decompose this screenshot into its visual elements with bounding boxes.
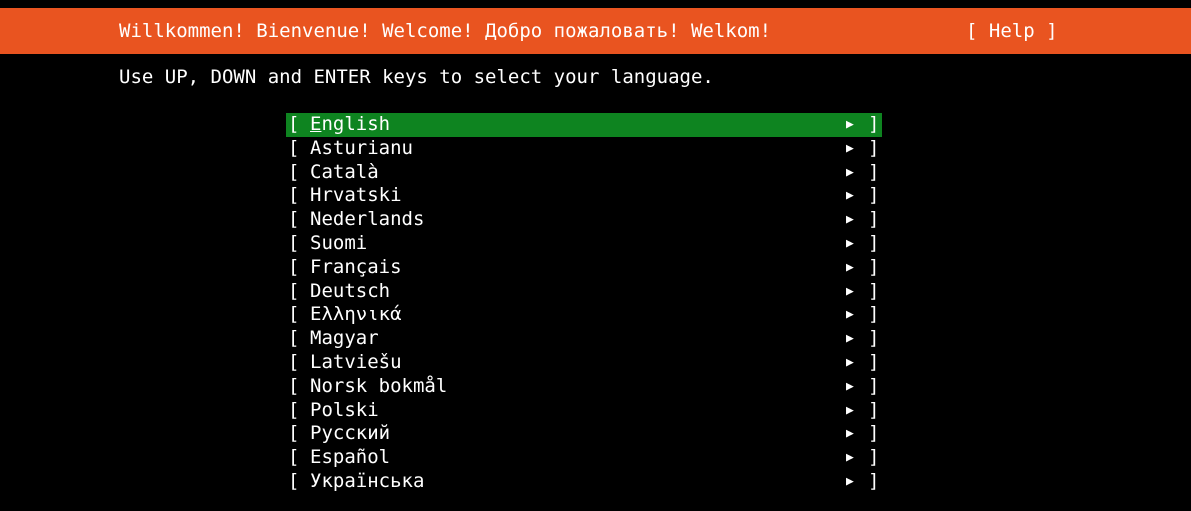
submenu-arrow-icon: ▶ <box>846 354 854 370</box>
language-option[interactable]: [ Latviešu ▶] <box>286 351 882 375</box>
language-label: Català <box>310 160 379 183</box>
submenu-arrow-icon: ▶ <box>846 450 854 466</box>
open-bracket: [ <box>288 231 300 254</box>
language-label: Latviešu <box>310 350 402 373</box>
language-label: Русский <box>310 422 391 445</box>
open-bracket: [ <box>288 350 300 373</box>
open-bracket: [ <box>288 113 300 135</box>
submenu-arrow-icon: ▶ <box>846 402 854 418</box>
close-bracket: ] <box>868 160 880 183</box>
submenu-arrow-icon: ▶ <box>846 283 854 299</box>
open-bracket: [ <box>288 136 300 159</box>
close-bracket: ] <box>868 327 880 350</box>
open-bracket: [ <box>288 255 300 278</box>
close-bracket: ] <box>868 350 880 373</box>
language-option[interactable]: [ Asturianu ▶] <box>286 137 882 161</box>
language-label: Français <box>310 255 402 278</box>
open-bracket: [ <box>288 469 300 492</box>
submenu-arrow-icon: ▶ <box>846 140 854 156</box>
close-bracket: ] <box>868 374 880 397</box>
close-bracket: ] <box>868 303 880 326</box>
close-bracket: ] <box>868 279 880 302</box>
language-label: Hrvatski <box>310 184 402 207</box>
language-option[interactable]: [ English ▶] <box>286 113 882 137</box>
submenu-arrow-icon: ▶ <box>846 164 854 180</box>
language-list: [ English ▶] [ Asturianu ▶] [ Català ▶] [ Hrvatski… <box>286 113 882 494</box>
open-bracket: [ <box>288 208 300 231</box>
hotkey-letter: E <box>310 113 322 135</box>
welcome-title: Willkommen! Bienvenue! Welcome! Добро по… <box>119 20 772 42</box>
submenu-arrow-icon: ▶ <box>846 188 854 204</box>
submenu-arrow-icon: ▶ <box>846 331 854 347</box>
open-bracket: [ <box>288 374 300 397</box>
top-bar-gap <box>0 0 1191 8</box>
open-bracket: [ <box>288 398 300 421</box>
open-bracket: [ <box>288 327 300 350</box>
language-label: Suomi <box>310 231 368 254</box>
submenu-arrow-icon: ▶ <box>846 117 854 132</box>
language-option[interactable]: [ Hrvatski ▶] <box>286 184 882 208</box>
close-bracket: ] <box>868 184 880 207</box>
language-label: Norsk bokmål <box>310 374 448 397</box>
submenu-arrow-icon: ▶ <box>846 307 854 323</box>
close-bracket: ] <box>868 446 880 469</box>
language-option[interactable]: [ Magyar ▶] <box>286 327 882 351</box>
language-label: Deutsch <box>310 279 391 302</box>
language-option[interactable]: [ Suomi ▶] <box>286 232 882 256</box>
language-option[interactable]: [ Español ▶] <box>286 446 882 470</box>
language-label: English <box>310 113 390 137</box>
submenu-arrow-icon: ▶ <box>846 212 854 228</box>
close-bracket: ] <box>868 113 880 135</box>
instructions-text: Use UP, DOWN and ENTER keys to select yo… <box>119 66 714 88</box>
language-label: Українська <box>310 469 425 492</box>
close-bracket: ] <box>868 469 880 492</box>
submenu-arrow-icon: ▶ <box>846 378 854 394</box>
close-bracket: ] <box>868 255 880 278</box>
language-label: Español <box>310 446 391 469</box>
language-option[interactable]: [ Nederlands ▶] <box>286 208 882 232</box>
close-bracket: ] <box>868 136 880 159</box>
language-label: Magyar <box>310 327 379 350</box>
close-bracket: ] <box>868 208 880 231</box>
submenu-arrow-icon: ▶ <box>846 235 854 251</box>
language-label: Nederlands <box>310 208 425 231</box>
submenu-arrow-icon: ▶ <box>846 259 854 275</box>
language-option[interactable]: [ Français ▶] <box>286 256 882 280</box>
close-bracket: ] <box>868 422 880 445</box>
language-option[interactable]: [ Català ▶] <box>286 161 882 185</box>
language-option[interactable]: [ Русский ▶] <box>286 422 882 446</box>
help-button[interactable]: [ Help ] <box>966 19 1058 43</box>
language-label: Polski <box>310 398 379 421</box>
header-bar: Willkommen! Bienvenue! Welcome! Добро по… <box>0 8 1191 54</box>
close-bracket: ] <box>868 398 880 421</box>
open-bracket: [ <box>288 160 300 183</box>
language-label: Ελληνικά <box>310 303 402 326</box>
language-option[interactable]: [ Deutsch ▶] <box>286 280 882 304</box>
open-bracket: [ <box>288 303 300 326</box>
open-bracket: [ <box>288 184 300 207</box>
submenu-arrow-icon: ▶ <box>846 426 854 442</box>
open-bracket: [ <box>288 279 300 302</box>
language-label-rest: nglish <box>321 113 391 135</box>
language-label: Asturianu <box>310 136 413 159</box>
language-option[interactable]: [ Norsk bokmål ▶] <box>286 375 882 399</box>
open-bracket: [ <box>288 446 300 469</box>
open-bracket: [ <box>288 422 300 445</box>
submenu-arrow-icon: ▶ <box>846 473 854 489</box>
language-option[interactable]: [ Українська ▶] <box>286 470 882 494</box>
language-option[interactable]: [ Polski ▶] <box>286 399 882 423</box>
close-bracket: ] <box>868 231 880 254</box>
language-option[interactable]: [ Ελληνικά ▶] <box>286 303 882 327</box>
